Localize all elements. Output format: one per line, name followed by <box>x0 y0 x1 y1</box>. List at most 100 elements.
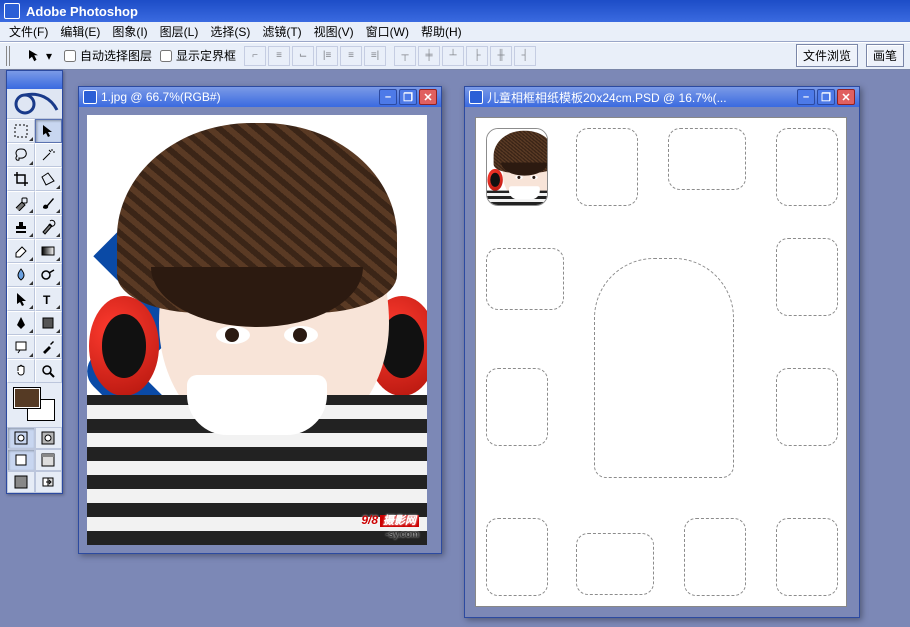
distribute-left-icon[interactable]: ├ <box>466 46 488 66</box>
distribute-buttons-group: ┬ ╪ ┴ ├ ╫ ┤ <box>394 46 536 66</box>
eraser-tool[interactable] <box>7 239 35 263</box>
standard-mode-button[interactable] <box>7 427 35 449</box>
align-top-icon[interactable]: ⌐ <box>244 46 266 66</box>
dodge-tool[interactable] <box>35 263 63 287</box>
distribute-right-icon[interactable]: ┤ <box>514 46 536 66</box>
screen-fullmenubar-button[interactable] <box>35 449 63 471</box>
show-bbox-label: 显示定界框 <box>176 47 236 64</box>
template-slot-6[interactable] <box>776 238 838 316</box>
svg-text:T: T <box>43 293 51 307</box>
history-brush-tool[interactable] <box>35 215 63 239</box>
auto-select-label: 自动选择图层 <box>80 47 152 64</box>
path-select-tool[interactable] <box>7 287 35 311</box>
template-slot-5[interactable] <box>486 248 564 310</box>
doc2-maximize-button[interactable]: ❐ <box>817 89 835 105</box>
doc1-close-button[interactable]: ✕ <box>419 89 437 105</box>
jump-to-imageready-button[interactable] <box>35 471 63 493</box>
doc1-image: 9/8摄影网 -sy.com <box>87 115 427 545</box>
distribute-bottom-icon[interactable]: ┴ <box>442 46 464 66</box>
menu-file[interactable]: 文件(F) <box>4 21 53 42</box>
menu-filter[interactable]: 滤镜(T) <box>257 21 306 42</box>
menu-window[interactable]: 窗口(W) <box>361 21 414 42</box>
template-slot-2[interactable] <box>576 128 638 206</box>
template-slot-9[interactable] <box>486 518 548 596</box>
doc2-canvas-area[interactable] <box>465 107 859 617</box>
shape-tool[interactable] <box>35 311 63 335</box>
doc1-title: 1.jpg @ 66.7%(RGB#) <box>101 90 375 104</box>
align-hcenter-icon[interactable]: ≡ <box>340 46 362 66</box>
healing-brush-tool[interactable] <box>7 191 35 215</box>
menu-layer[interactable]: 图层(L) <box>155 21 204 42</box>
notes-tool[interactable] <box>7 335 35 359</box>
template-slot-12[interactable] <box>776 518 838 596</box>
gradient-tool[interactable] <box>35 239 63 263</box>
screen-standard-button[interactable] <box>7 449 35 471</box>
knit-hat <box>117 123 397 313</box>
hand-tool[interactable] <box>7 359 35 383</box>
doc2-title: 儿童相框相纸模板20x24cm.PSD @ 16.7%(... <box>487 89 793 106</box>
screen-full-button[interactable] <box>7 471 35 493</box>
marquee-tool[interactable] <box>7 119 35 143</box>
quickmask-mode-button[interactable] <box>35 427 63 449</box>
align-bottom-icon[interactable]: ⌙ <box>292 46 314 66</box>
brushes-button[interactable]: 画笔 <box>866 44 904 67</box>
template-slot-1-filled[interactable] <box>486 128 548 206</box>
watermark: 9/8摄影网 -sy.com <box>361 508 419 539</box>
pen-tool[interactable] <box>7 311 35 335</box>
photoshop-logo-icon[interactable] <box>7 89 62 119</box>
doc1-title-bar[interactable]: 1.jpg @ 66.7%(RGB#) – ❐ ✕ <box>79 87 441 107</box>
distribute-hcenter-icon[interactable]: ╫ <box>490 46 512 66</box>
zoom-tool[interactable] <box>35 359 63 383</box>
document-icon <box>469 90 483 104</box>
template-slot-4[interactable] <box>776 128 838 206</box>
magic-wand-tool[interactable] <box>35 143 63 167</box>
distribute-top-icon[interactable]: ┬ <box>394 46 416 66</box>
auto-select-layer-checkbox[interactable]: 自动选择图层 <box>64 47 152 64</box>
toolbox-panel[interactable]: T <box>6 70 63 494</box>
template-slot-3[interactable] <box>668 128 746 190</box>
doc2-minimize-button[interactable]: – <box>797 89 815 105</box>
template-slot-11[interactable] <box>684 518 746 596</box>
menu-image[interactable]: 图象(I) <box>107 21 152 42</box>
distribute-vcenter-icon[interactable]: ╪ <box>418 46 440 66</box>
document-window-1[interactable]: 1.jpg @ 66.7%(RGB#) – ❐ ✕ <box>78 86 442 554</box>
align-left-icon[interactable]: |≡ <box>316 46 338 66</box>
doc1-canvas-area[interactable]: 9/8摄影网 -sy.com <box>79 107 441 553</box>
app-title-bar: Adobe Photoshop <box>0 0 910 22</box>
type-tool[interactable]: T <box>35 287 63 311</box>
menu-select[interactable]: 选择(S) <box>205 21 255 42</box>
eyedropper-tool[interactable] <box>35 335 63 359</box>
tool-preset-picker[interactable]: ▾ <box>22 46 56 66</box>
slice-tool[interactable] <box>35 167 63 191</box>
align-right-icon[interactable]: ≡| <box>364 46 386 66</box>
move-tool-icon <box>26 47 44 65</box>
move-tool[interactable] <box>35 119 63 143</box>
template-slot-10[interactable] <box>576 533 654 595</box>
stamp-tool[interactable] <box>7 215 35 239</box>
options-grip[interactable] <box>6 46 12 66</box>
document-window-2[interactable]: 儿童相框相纸模板20x24cm.PSD @ 16.7%(... – ❐ ✕ <box>464 86 860 618</box>
blur-tool[interactable] <box>7 263 35 287</box>
doc1-maximize-button[interactable]: ❐ <box>399 89 417 105</box>
brush-tool[interactable] <box>35 191 63 215</box>
file-browser-button[interactable]: 文件浏览 <box>796 44 858 67</box>
template-slot-center[interactable] <box>594 258 734 478</box>
align-vcenter-icon[interactable]: ≡ <box>268 46 290 66</box>
headphone-left <box>89 296 159 396</box>
template-slot-8[interactable] <box>776 368 838 446</box>
doc1-minimize-button[interactable]: – <box>379 89 397 105</box>
menu-help[interactable]: 帮助(H) <box>416 21 467 42</box>
show-bounding-box-checkbox[interactable]: 显示定界框 <box>160 47 236 64</box>
align-buttons-group-1: ⌐ ≡ ⌙ |≡ ≡ ≡| <box>244 46 386 66</box>
menu-bar: 文件(F) 编辑(E) 图象(I) 图层(L) 选择(S) 滤镜(T) 视图(V… <box>0 22 910 42</box>
crop-tool[interactable] <box>7 167 35 191</box>
lasso-tool[interactable] <box>7 143 35 167</box>
foreground-color-swatch[interactable] <box>13 387 41 409</box>
doc2-close-button[interactable]: ✕ <box>837 89 855 105</box>
doc2-title-bar[interactable]: 儿童相框相纸模板20x24cm.PSD @ 16.7%(... – ❐ ✕ <box>465 87 859 107</box>
template-slot-7[interactable] <box>486 368 548 446</box>
template-canvas <box>475 117 847 607</box>
menu-view[interactable]: 视图(V) <box>309 21 359 42</box>
toolbox-title-bar[interactable] <box>7 71 62 89</box>
menu-edit[interactable]: 编辑(E) <box>55 21 105 42</box>
